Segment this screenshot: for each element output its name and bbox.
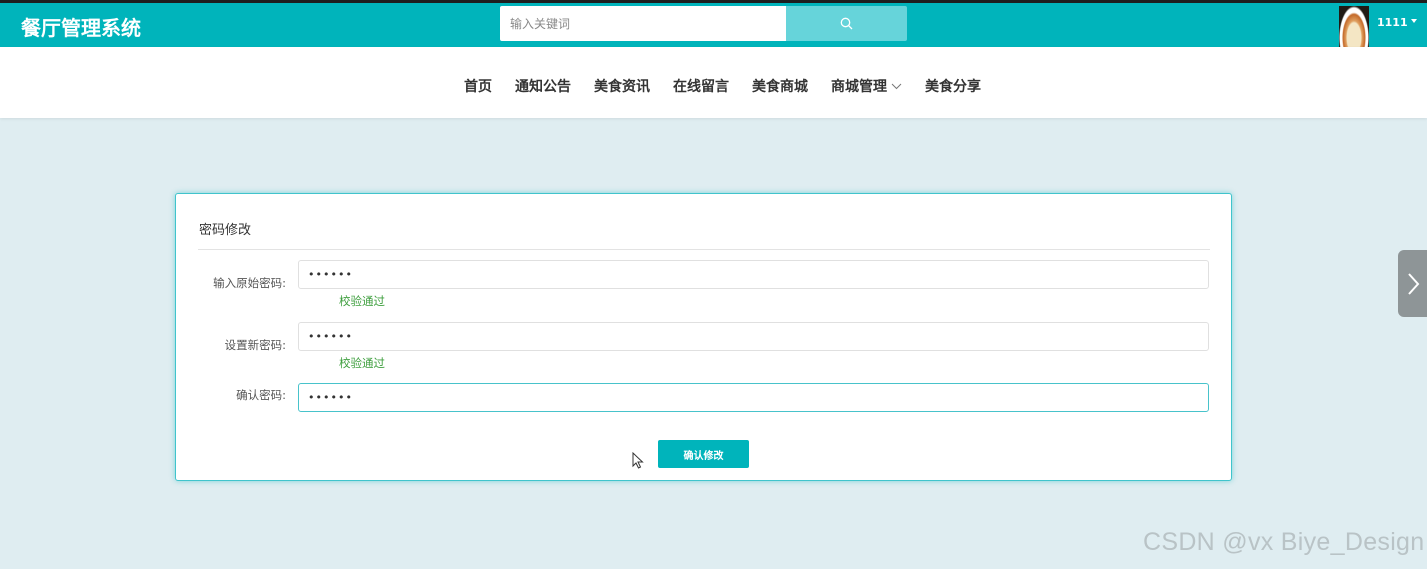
confirm-password-label: 确认密码: xyxy=(236,388,286,402)
user-name[interactable]: 1111 xyxy=(1377,16,1408,29)
nav-item-food-mall[interactable]: 美食商城 xyxy=(752,76,808,96)
confirm-password-input[interactable] xyxy=(298,383,1209,412)
main-nav: 首页 通知公告 美食资讯 在线留言 美食商城 商城管理 美食分享 xyxy=(0,47,1427,118)
watermark: CSDN @vx Biye_Design xyxy=(1143,528,1425,556)
divider xyxy=(198,249,1210,250)
top-bar: 餐厅管理系统 1111 xyxy=(0,0,1427,50)
new-password-validation: 校验通过 xyxy=(339,356,385,370)
chevron-right-icon xyxy=(1407,272,1419,295)
site-title: 餐厅管理系统 xyxy=(21,16,141,40)
nav-item-mall-management[interactable]: 商城管理 xyxy=(831,76,902,96)
card-title: 密码修改 xyxy=(199,223,252,238)
nav-item-food-share[interactable]: 美食分享 xyxy=(925,76,981,96)
search-button[interactable] xyxy=(786,6,907,41)
search-input[interactable] xyxy=(500,6,786,41)
nav-item-food-news[interactable]: 美食资讯 xyxy=(594,76,650,96)
user-avatar[interactable] xyxy=(1339,6,1369,50)
old-password-label: 输入原始密码: xyxy=(213,276,286,290)
new-password-input[interactable] xyxy=(298,322,1209,351)
nav-item-messages[interactable]: 在线留言 xyxy=(673,76,729,96)
nav-list: 首页 通知公告 美食资讯 在线留言 美食商城 商城管理 美食分享 xyxy=(464,76,1004,96)
old-password-input[interactable] xyxy=(298,260,1209,289)
side-panel-toggle[interactable] xyxy=(1398,250,1427,317)
new-password-label: 设置新密码: xyxy=(224,338,286,352)
nav-item-notices[interactable]: 通知公告 xyxy=(515,76,571,96)
old-password-validation: 校验通过 xyxy=(339,294,385,308)
search-icon xyxy=(840,17,853,30)
nav-item-home[interactable]: 首页 xyxy=(464,76,492,96)
caret-down-icon[interactable] xyxy=(1411,19,1417,23)
confirm-change-button[interactable]: 确认修改 xyxy=(658,440,749,468)
password-change-card: 密码修改 输入原始密码: 校验通过 设置新密码: 校验通过 确认密码: 确认修改 xyxy=(175,193,1232,481)
mouse-cursor-icon xyxy=(632,452,644,469)
chevron-down-icon xyxy=(891,83,902,90)
